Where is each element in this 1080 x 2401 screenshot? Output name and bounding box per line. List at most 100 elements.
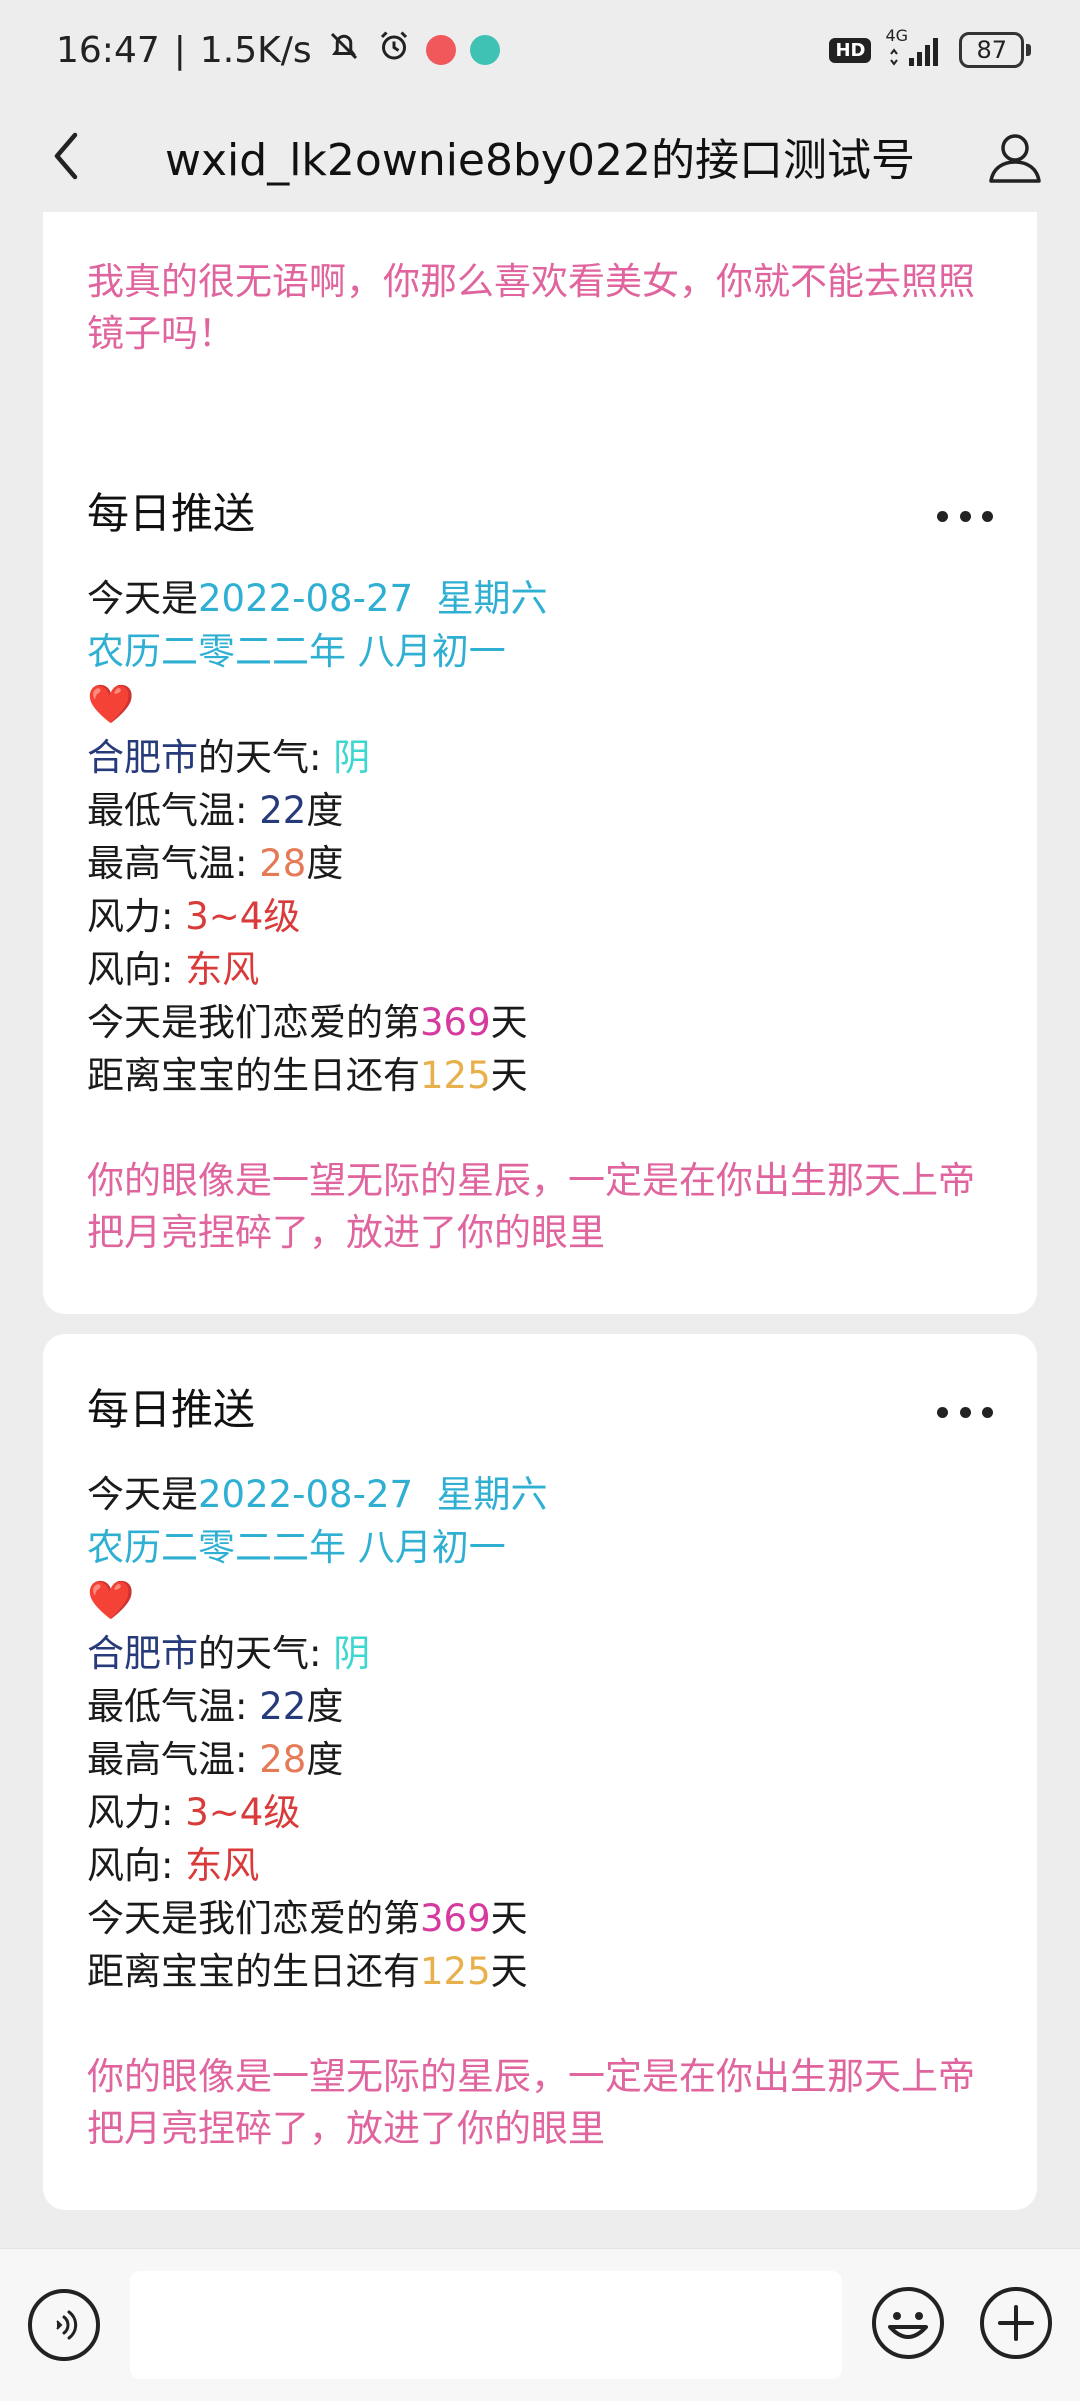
lunar-line: 农历二零二二年 八月初一 <box>87 630 506 673</box>
love-days-line: 今天是我们恋爱的第369天 <box>87 1892 993 1945</box>
signal-icon: 4G <box>885 26 945 70</box>
weather-line: 合肥市的天气: 阴 <box>87 731 993 784</box>
min-temp-value: 22 <box>259 1685 307 1728</box>
lunar-line: 农历二零二二年 八月初一 <box>87 1526 506 1569</box>
label: 最低气温: <box>87 1685 260 1728</box>
weather-value: 阴 <box>333 736 371 779</box>
emoji-button[interactable] <box>870 2285 946 2361</box>
wind-power-value: 3~4级 <box>185 895 301 938</box>
unit: 度 <box>306 842 344 885</box>
min-temp-line: 最低气温: 22度 <box>87 1680 993 1733</box>
status-bar: 16:47 | 1.5K/s HD 4G 87 <box>0 0 1080 100</box>
label: 今天是 <box>87 577 198 620</box>
person-icon <box>989 134 1041 183</box>
unit: 天 <box>490 1054 528 1097</box>
label: 风向: <box>87 1844 186 1887</box>
plus-icon <box>980 2287 1052 2359</box>
unit: 天 <box>490 1001 528 1044</box>
unit: 度 <box>306 1685 344 1728</box>
more-options-button[interactable] <box>937 504 993 528</box>
message-card: 每日推送 今天是2022-08-27 星期六 农历二零二二年 八月初一 ❤️ 合… <box>43 438 1037 1314</box>
status-divider: | <box>173 29 186 71</box>
weather-line: 合肥市的天气: 阴 <box>87 1627 993 1680</box>
birthday-line: 距离宝宝的生日还有125天 <box>87 1049 993 1102</box>
birthday-days-value: 125 <box>420 1950 491 1993</box>
message-quote: 你的眼像是一望无际的星辰，一定是在你出生那天上帝把月亮捏碎了，放进了你的眼里 <box>87 2055 975 2150</box>
app-notification-icon <box>425 35 456 65</box>
label: 风力: <box>87 895 186 938</box>
message-input[interactable] <box>130 2271 842 2379</box>
wind-dir-value: 东风 <box>185 948 260 991</box>
wind-power-value: 3~4级 <box>185 1791 301 1834</box>
message-quote: 你的眼像是一望无际的星辰，一定是在你出生那天上帝把月亮捏碎了，放进了你的眼里 <box>87 1159 975 1254</box>
love-days-line: 今天是我们恋爱的第369天 <box>87 996 993 1049</box>
label: 的天气: <box>198 1632 334 1675</box>
weekday-value: 星期六 <box>436 1473 548 1516</box>
status-net-speed: 1.5K/s <box>199 29 312 71</box>
card-body: 今天是2022-08-27 星期六 农历二零二二年 八月初一 ❤️ 合肥市的天气… <box>87 572 993 1259</box>
more-functions-button[interactable] <box>978 2285 1054 2361</box>
min-temp-value: 22 <box>259 789 307 832</box>
wind-dir-line: 风向: 东风 <box>87 943 993 996</box>
label: 距离宝宝的生日还有 <box>87 1950 420 1993</box>
label: 最高气温: <box>87 842 260 885</box>
status-left: 16:47 | 1.5K/s <box>56 28 500 73</box>
wind-power-line: 风力: 3~4级 <box>87 1786 993 1839</box>
more-options-button[interactable] <box>937 1400 993 1424</box>
label: 最高气温: <box>87 1738 260 1781</box>
boss-app-icon <box>469 35 500 65</box>
heart-icon: ❤️ <box>87 682 135 726</box>
chat-title: wxid_lk2ownie8by022的接口测试号 <box>165 135 915 186</box>
card-title: 每日推送 <box>87 489 256 538</box>
label: 今天是我们恋爱的第 <box>87 1897 420 1940</box>
label: 最低气温: <box>87 789 260 832</box>
wind-dir-line: 风向: 东风 <box>87 1839 993 1892</box>
status-time: 16:47 <box>56 29 160 71</box>
city-value: 合肥市 <box>87 1632 198 1675</box>
max-temp-line: 最高气温: 28度 <box>87 1733 993 1786</box>
card-title: 每日推送 <box>87 1385 256 1434</box>
date-line: 今天是2022-08-27 星期六 <box>87 572 993 625</box>
heart-icon: ❤️ <box>87 1578 135 1622</box>
voice-icon <box>56 2310 78 2340</box>
chat-info-button[interactable] <box>980 122 1050 192</box>
label: 风力: <box>87 1791 186 1834</box>
min-temp-line: 最低气温: 22度 <box>87 784 993 837</box>
love-days-value: 369 <box>420 1897 491 1940</box>
message-quote: 我真的很无语啊，你那么喜欢看美女，你就不能去照照镜子吗！ <box>87 260 975 355</box>
back-button[interactable] <box>36 126 96 186</box>
label: 距离宝宝的生日还有 <box>87 1054 420 1097</box>
max-temp-value: 28 <box>259 842 307 885</box>
label: 今天是 <box>87 1473 198 1516</box>
label: 风向: <box>87 948 186 991</box>
chevron-left-icon <box>54 132 78 180</box>
hd-badge: HD <box>829 37 872 63</box>
label: 今天是我们恋爱的第 <box>87 1001 420 1044</box>
unit: 度 <box>306 1738 344 1781</box>
smiley-icon <box>872 2287 944 2359</box>
unit: 天 <box>490 1950 528 1993</box>
wind-power-line: 风力: 3~4级 <box>87 890 993 943</box>
date-value: 2022-08-27 <box>198 577 414 620</box>
max-temp-value: 28 <box>259 1738 307 1781</box>
nav-bar: wxid_lk2ownie8by022的接口测试号 <box>0 100 1080 212</box>
date-value: 2022-08-27 <box>198 1473 414 1516</box>
birthday-days-value: 125 <box>420 1054 491 1097</box>
message-card: 每日推送 今天是2022-08-27 星期六 农历二零二二年 八月初一 ❤️ 合… <box>43 1334 1037 2210</box>
weather-value: 阴 <box>333 1632 371 1675</box>
wind-dir-value: 东风 <box>185 1844 260 1887</box>
voice-input-button[interactable] <box>28 2289 100 2361</box>
battery-indicator: 87 <box>959 32 1031 68</box>
max-temp-line: 最高气温: 28度 <box>87 837 993 890</box>
chat-area[interactable]: 我真的很无语啊，你那么喜欢看美女，你就不能去照照镜子吗！ 每日推送 今天是202… <box>0 212 1080 2248</box>
alarm-clock-icon <box>376 28 412 73</box>
label: 的天气: <box>198 736 334 779</box>
unit: 度 <box>306 789 344 832</box>
date-line: 今天是2022-08-27 星期六 <box>87 1468 993 1521</box>
birthday-line: 距离宝宝的生日还有125天 <box>87 1945 993 1998</box>
card-body: 今天是2022-08-27 星期六 农历二零二二年 八月初一 ❤️ 合肥市的天气… <box>87 1468 993 2155</box>
city-value: 合肥市 <box>87 736 198 779</box>
